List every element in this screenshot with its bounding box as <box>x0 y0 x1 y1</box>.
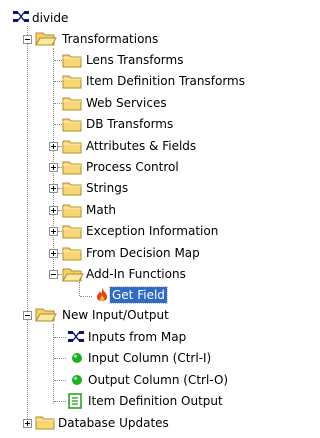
tree-node-label: Attributes & Fields <box>86 138 197 153</box>
tree-node-label: Transformations <box>62 32 159 46</box>
folder-icon <box>62 116 82 135</box>
collapse-icon[interactable] <box>49 270 58 279</box>
tree-node-label: Web Services <box>86 95 167 110</box>
open-folder-icon <box>35 306 57 326</box>
expand-icon[interactable] <box>49 205 58 215</box>
mapping-icon <box>68 331 84 346</box>
folder-icon <box>62 202 82 221</box>
tree-connector <box>54 358 66 360</box>
expand-icon[interactable] <box>49 248 58 258</box>
folder-icon <box>62 73 82 92</box>
tree-connector <box>53 324 54 404</box>
folder-icon <box>35 414 55 433</box>
expand-icon[interactable] <box>49 184 58 194</box>
tree-node-label: Database Updates <box>58 416 169 430</box>
tree-node-label: Get Field <box>109 286 168 304</box>
tree-connector <box>27 26 28 423</box>
folder-icon <box>62 138 82 157</box>
folder-icon <box>62 180 82 199</box>
folder-icon <box>62 245 82 264</box>
tree-node-label: Process Control <box>86 160 179 174</box>
tree-connector <box>54 337 66 338</box>
green-dot-icon <box>71 374 83 389</box>
tree-node-label: Strings <box>86 181 129 196</box>
expand-icon[interactable] <box>49 227 58 237</box>
folder-icon <box>62 223 82 242</box>
open-folder-icon <box>62 266 84 286</box>
green-dot-icon <box>71 352 83 367</box>
folder-icon <box>62 52 82 71</box>
tree-node-label: From Decision Map <box>86 245 200 260</box>
tree-node-label: Exception Information <box>86 224 219 239</box>
expand-icon[interactable] <box>49 163 58 172</box>
tree-view[interactable]: divide Transformations Lens Transforms It… <box>0 0 263 438</box>
tree-node-label: divide <box>32 11 69 25</box>
open-folder-icon <box>35 30 57 50</box>
tree-node-label: Input Column (Ctrl-I) <box>88 351 212 366</box>
collapse-icon[interactable] <box>23 35 32 44</box>
tree-node-label: Item Definition Transforms <box>86 74 245 89</box>
expand-icon[interactable] <box>49 141 58 151</box>
tree-connector <box>54 379 66 381</box>
tree-node-label: Item Definition Output <box>88 393 223 408</box>
flame-icon <box>95 287 109 306</box>
folder-icon <box>62 95 82 114</box>
tree-node-label: Math <box>86 202 117 217</box>
tree-connector <box>54 400 66 402</box>
tree-node-label: DB Transforms <box>86 117 174 132</box>
tree-node-label: Output Column (Ctrl-O) <box>88 372 229 387</box>
tree-node-label: Lens Transforms <box>86 53 184 67</box>
mapping-icon <box>13 11 29 26</box>
tree-connector <box>80 296 92 297</box>
collapse-icon[interactable] <box>23 311 32 320</box>
tree-node-label: Inputs from Map <box>88 330 187 344</box>
item-definition-icon <box>68 393 82 412</box>
expand-icon[interactable] <box>23 419 32 428</box>
folder-icon <box>62 159 82 178</box>
tree-node-label: New Input/Output <box>62 308 169 322</box>
tree-node-label: Add-In Functions <box>86 267 186 281</box>
